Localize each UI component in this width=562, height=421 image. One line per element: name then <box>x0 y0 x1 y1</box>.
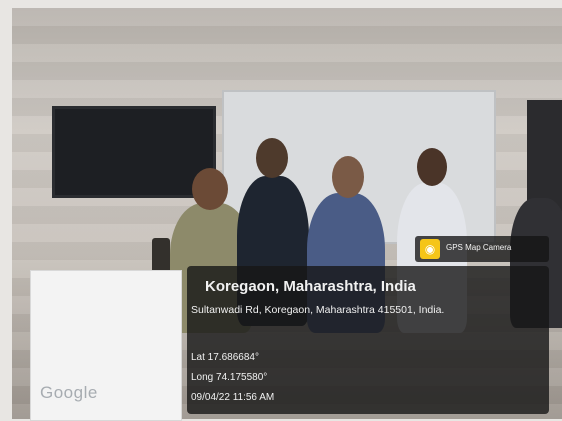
person-4-head <box>417 148 447 186</box>
person-2-head <box>256 138 288 178</box>
gps-map-camera-icon: ◉ <box>420 239 440 259</box>
datetime-text: 09/04/22 11:56 AM <box>191 392 275 403</box>
longitude-text: Long 74.175580° <box>191 372 268 383</box>
person-3-head <box>332 156 364 198</box>
google-logo: Google <box>40 383 98 402</box>
location-title: Koregaon, Maharashtra, India <box>205 278 416 295</box>
address-text: Sultanwadi Rd, Koregaon, Maharashtra 415… <box>191 304 445 316</box>
geotag-info-panel: Koregaon, Maharashtra, India Sultanwadi … <box>187 266 549 414</box>
latitude-text: Lat 17.686684° <box>191 352 259 363</box>
gps-camera-label: GPS Map Camera <box>446 243 512 252</box>
person-1-head <box>192 168 228 210</box>
